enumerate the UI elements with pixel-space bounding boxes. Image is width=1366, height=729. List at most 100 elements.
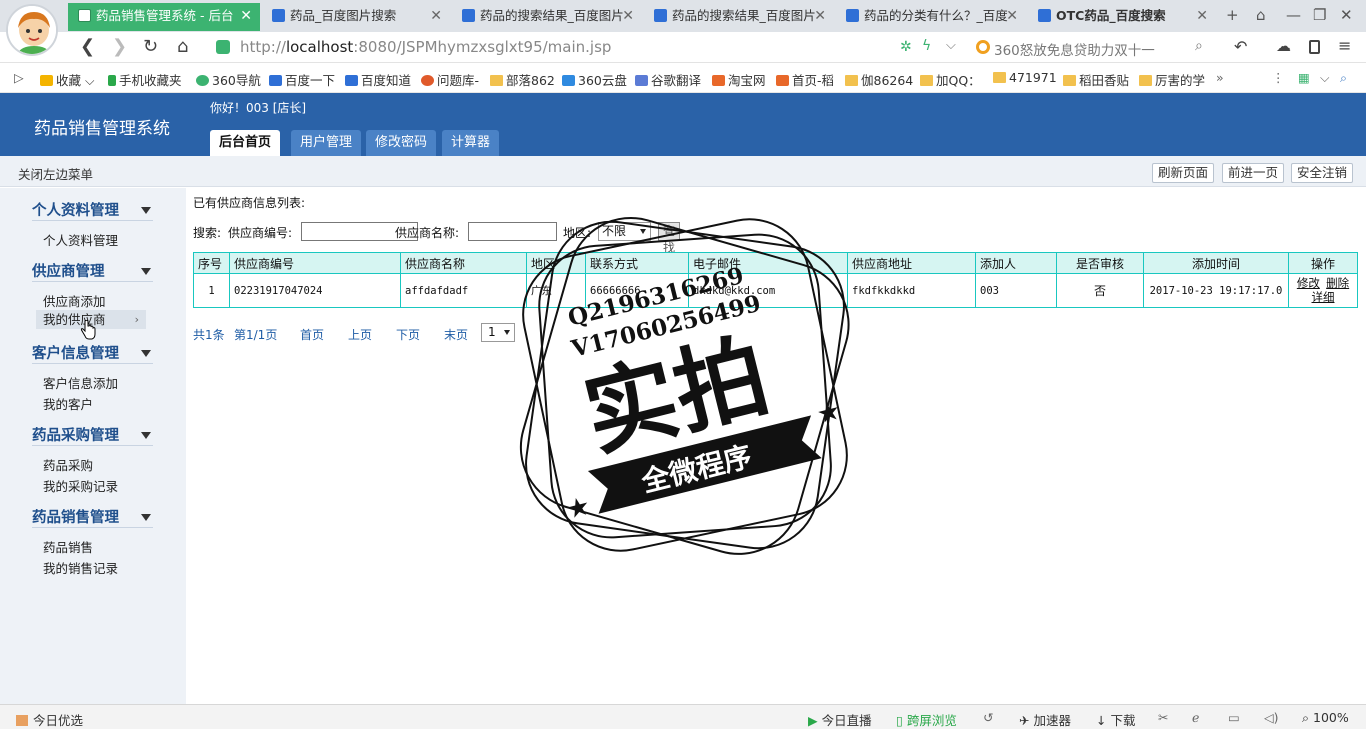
close-tab-icon[interactable]: ✕ xyxy=(240,3,252,29)
bookmark-folder[interactable]: 加QQ： xyxy=(920,70,981,89)
collapse-arrow-icon[interactable] xyxy=(141,268,151,275)
reload-icon[interactable]: ↻ xyxy=(143,36,158,57)
accelerator-button[interactable]: ✈ 加速器 xyxy=(1019,710,1071,729)
bookmark-item[interactable]: 谷歌翻译 xyxy=(635,70,701,89)
prev-page-link[interactable]: 上页 xyxy=(348,326,372,343)
sidebar-group-customer[interactable]: 客户信息管理 xyxy=(32,342,119,363)
collapse-arrow-icon[interactable] xyxy=(141,350,151,357)
restore-icon[interactable]: ❐ xyxy=(1313,6,1326,24)
browser-tab[interactable]: 药品销售管理系统 - 后台 ✕ xyxy=(68,3,260,31)
menu-tab-password[interactable]: 修改密码 xyxy=(366,130,437,156)
sidebar-group-purchase[interactable]: 药品采购管理 xyxy=(32,424,119,445)
bookmark-item[interactable]: 百度一下 xyxy=(269,70,335,89)
bookmark-folder[interactable]: 部落862 xyxy=(490,70,555,89)
bookmark-item[interactable]: 问题库- xyxy=(421,70,479,89)
close-window-icon[interactable]: ✕ xyxy=(1340,6,1353,24)
sidebar-group-sales[interactable]: 药品销售管理 xyxy=(32,506,119,527)
window-icon[interactable]: ▭ xyxy=(1228,710,1240,725)
search-hint[interactable]: 360怒放免息贷助力双十一 xyxy=(994,39,1155,59)
refresh-green-icon[interactable]: ✲ xyxy=(900,39,912,55)
collapse-arrow-icon[interactable] xyxy=(141,432,151,439)
bookmark-item[interactable]: 手机收藏夹 xyxy=(108,70,182,89)
today-picks[interactable]: 今日优选 xyxy=(16,710,83,729)
back-icon[interactable]: ❮ xyxy=(80,36,95,57)
search-icon[interactable]: ⌕ xyxy=(1195,38,1203,54)
sidebar-item-purchase-records[interactable]: 我的采购记录 xyxy=(43,476,118,495)
bookmark-item[interactable]: 首页-稻 xyxy=(776,70,834,89)
close-tab-icon[interactable]: ✕ xyxy=(622,3,634,29)
last-page-link[interactable]: 末页 xyxy=(444,326,468,343)
page-select[interactable]: 1 xyxy=(481,323,515,342)
user-avatar[interactable] xyxy=(6,4,58,56)
url-field[interactable]: http://localhost:8080/JSPMhymzxsglxt95/m… xyxy=(240,38,611,56)
refresh-page-button[interactable]: 刷新页面 xyxy=(1152,163,1215,183)
bookmark-folder[interactable]: 厉害的学 xyxy=(1139,70,1205,89)
cross-screen-button[interactable]: ▯ 跨屏浏览 xyxy=(896,710,957,729)
undo-icon[interactable]: ↶ xyxy=(1234,37,1247,56)
bookmark-item[interactable]: 360导航 xyxy=(196,70,261,89)
zoom-search-icon[interactable]: ⌕ xyxy=(1340,70,1347,86)
bookmark-folder[interactable]: 伽86264 xyxy=(845,70,913,89)
sidebar-item-customer-add[interactable]: 客户信息添加 xyxy=(43,373,118,392)
menu-tab-users[interactable]: 用户管理 xyxy=(291,130,362,156)
browser-tab[interactable]: 药品的搜索结果_百度图片 ✕ xyxy=(644,3,834,31)
detail-link[interactable]: 详细 xyxy=(1312,290,1335,304)
menu-icon[interactable]: ≡ xyxy=(1338,36,1351,55)
logout-button[interactable]: 安全注销 xyxy=(1291,163,1354,183)
history-icon[interactable]: ↺ xyxy=(983,710,993,725)
sidebar-item-sales-records[interactable]: 我的销售记录 xyxy=(43,558,118,577)
close-tab-icon[interactable]: ✕ xyxy=(1196,3,1208,29)
bookmark-folder[interactable]: 稻田香贴 xyxy=(1063,70,1129,89)
forward-icon[interactable]: ❯ xyxy=(112,36,127,57)
minimize-icon[interactable]: — xyxy=(1286,6,1301,24)
sidebar-item-profile[interactable]: 个人资料管理 xyxy=(43,230,118,249)
next-page-link[interactable]: 下页 xyxy=(396,326,420,343)
forward-page-button[interactable]: 前进一页 xyxy=(1222,163,1285,183)
browser-tab[interactable]: OTC药品_百度搜索 ✕ xyxy=(1028,3,1216,31)
lightning-icon[interactable]: ϟ xyxy=(922,38,931,54)
dropdown-icon[interactable]: ⌵ xyxy=(1320,70,1329,86)
new-tab-icon[interactable]: + xyxy=(1226,6,1239,24)
close-left-menu-link[interactable]: 关闭左边菜单 xyxy=(18,164,93,183)
ie-icon[interactable]: ℯ xyxy=(1192,710,1199,725)
menu-tab-home[interactable]: 后台首页 xyxy=(210,130,281,156)
shirt-icon[interactable]: ⌂ xyxy=(1256,6,1266,24)
sidebar-item-supplier-add[interactable]: 供应商添加 xyxy=(43,291,106,310)
collapse-arrow-icon[interactable] xyxy=(141,514,151,521)
close-tab-icon[interactable]: ✕ xyxy=(1006,3,1018,29)
dropdown-icon[interactable]: ⌵ xyxy=(946,38,956,53)
bookmark-item[interactable]: 360云盘 xyxy=(562,70,627,89)
supplier-name-input[interactable] xyxy=(468,222,557,241)
home-icon[interactable]: ⌂ xyxy=(177,36,188,57)
browser-tab[interactable]: 药品_百度图片搜索 ✕ xyxy=(262,3,450,31)
apps-grid-icon[interactable]: ▦ xyxy=(1298,70,1310,85)
menu-tab-calculator[interactable]: 计算器 xyxy=(442,130,500,156)
download-button[interactable]: ↓ 下载 xyxy=(1096,710,1135,729)
sidebar-group-supplier[interactable]: 供应商管理 xyxy=(32,260,105,281)
browser-tab[interactable]: 药品的分类有什么？_百度 ✕ xyxy=(836,3,1026,31)
sidebar-group-profile[interactable]: 个人资料管理 xyxy=(32,199,119,220)
region-select[interactable]: 不限 xyxy=(598,222,651,241)
find-button[interactable]: 查找 xyxy=(658,222,681,255)
cloud-icon[interactable]: ☁ xyxy=(1276,37,1291,55)
volume-icon[interactable]: ◁) xyxy=(1264,710,1279,725)
bookmark-favorites[interactable]: 收藏 ⌵ xyxy=(40,70,94,89)
bookmark-page-icon[interactable] xyxy=(1309,40,1320,54)
live-button[interactable]: ▶ 今日直播 xyxy=(808,710,872,729)
browser-tab[interactable]: 药品的搜索结果_百度图片 ✕ xyxy=(452,3,642,31)
sidebar-item-sales[interactable]: 药品销售 xyxy=(43,537,93,556)
zoom-level[interactable]: ⌕ 100% xyxy=(1302,710,1349,726)
collapse-arrow-icon[interactable] xyxy=(141,207,151,214)
first-page-link[interactable]: 首页 xyxy=(300,326,324,343)
delete-link[interactable]: 删除 xyxy=(1326,276,1349,290)
more-vertical-icon[interactable]: ⋮ xyxy=(1272,70,1285,85)
sidebar-toggle-icon[interactable]: ▷ xyxy=(14,70,24,85)
close-tab-icon[interactable]: ✕ xyxy=(814,3,826,29)
more-bookmarks-icon[interactable]: » xyxy=(1216,70,1224,85)
bookmark-item[interactable]: 百度知道 xyxy=(345,70,411,89)
sidebar-item-purchase[interactable]: 药品采购 xyxy=(43,455,93,474)
edit-link[interactable]: 修改 xyxy=(1297,276,1320,290)
bookmark-folder[interactable]: 471971 xyxy=(993,70,1057,85)
close-tab-icon[interactable]: ✕ xyxy=(430,3,442,29)
sidebar-item-my-customers[interactable]: 我的客户 xyxy=(43,394,93,413)
